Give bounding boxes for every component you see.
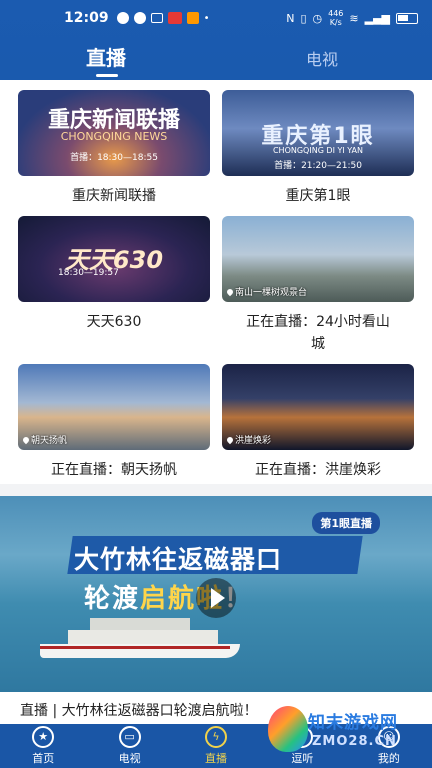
channel-sub: CHONGQING DI YI YAN [272,146,364,155]
channel-airtime: 18:30—19:57 [58,268,119,278]
channel-caption[interactable]: 正在直播：朝天扬帆 [18,459,210,481]
location-label: 朝天扬帆 [31,436,68,446]
system-icons: N ▯ ◷ 446 K/s ≋ ▂▄▆ [286,9,418,27]
status-bar: 12:09 • N ▯ ◷ 446 K/s ≋ ▂▄▆ [0,0,432,36]
channel-caption[interactable]: 正在直播：24小时看山城 [222,311,414,355]
channel-airtime: 首播：18:30—18:55 [70,153,158,163]
nav-label: 首页 [32,752,55,765]
location-label: 南山一棵树观景台 [235,288,308,298]
channel-caption[interactable]: 正在直播：洪崖焕彩 [222,459,414,481]
channel-caption[interactable]: 天天630 [18,311,210,333]
taobao-icon [186,12,199,24]
watermark-text: 知末游戏网 [308,713,398,733]
ferry-stripe [40,646,230,649]
channel-card[interactable]: 朝天扬帆 正在直播：朝天扬帆 [18,364,210,481]
channel-card[interactable]: 重庆新闻联播 CHONGQING NEWS 首播：18:30—18:55 重庆新… [18,90,210,207]
ferry-deck [68,630,218,644]
site-watermark: 知末游戏网 ZMO28.CN [268,706,418,766]
status-time: 12:09 [64,10,109,26]
channel-thumbnail[interactable]: 洪崖焕彩 [222,364,414,450]
banner-title-line1: 大竹林往返磁器口 [74,545,283,574]
channel-thumbnail[interactable]: 南山一棵树观景台 [222,216,414,302]
nav-tv[interactable]: ▭ 电视 [86,724,172,768]
watermark-logo-icon [268,706,308,752]
lightning-icon: ϟ [205,726,228,748]
banner-tag: 第1眼直播 [312,512,380,534]
wechat-icon [116,12,129,24]
ferry-illustration [40,618,240,666]
channel-caption[interactable]: 重庆新闻联播 [18,185,210,207]
ferry-upper-deck [90,618,190,630]
vibrate-icon: ▯ [300,11,307,25]
news-app-icon [167,12,182,24]
nav-live[interactable]: ϟ 直播 [173,724,259,768]
watermark-url: ZMO28.CN [312,734,397,749]
star-icon: ★ [32,726,55,748]
location-tag: 南山一棵树观景台 [225,285,308,298]
channel-card[interactable]: 天天630 18:30—19:57 天天630 [18,216,210,333]
location-tag: 洪崖焕彩 [225,433,272,446]
nfc-icon: N [286,11,295,25]
wifi-icon: ≋ [349,11,359,25]
location-pin-icon [21,435,31,444]
mail-icon [150,13,163,23]
channel-caption[interactable]: 重庆第1眼 [222,185,414,207]
nav-label: 电视 [118,752,141,765]
battery-icon [396,12,418,24]
tab-tv[interactable]: 电视 [306,46,338,70]
channel-thumbnail[interactable]: 重庆新闻联播 CHONGQING NEWS 首播：18:30—18:55 [18,90,210,176]
signal-icon: ▂▄▆ [364,11,390,25]
channel-sub: CHONGQING NEWS [60,130,168,143]
tv-icon: ▭ [118,726,141,748]
channel-thumbnail[interactable]: 朝天扬帆 [18,364,210,450]
play-icon[interactable] [196,578,236,618]
location-pin-icon [225,287,235,296]
location-pin-icon [225,435,235,444]
message-icon [133,12,146,24]
tab-live[interactable]: 直播 [86,42,126,71]
alarm-icon: ◷ [312,11,323,25]
channel-card[interactable]: 洪崖焕彩 正在直播：洪崖焕彩 [222,364,414,481]
location-label: 洪崖焕彩 [235,436,272,446]
channel-airtime: 首播：21:20—21:50 [274,161,362,171]
notification-icons: • [116,12,210,24]
top-bar: 12:09 • N ▯ ◷ 446 K/s ≋ ▂▄▆ 直播 电视 [0,0,432,80]
channel-thumbnail[interactable]: 天天630 18:30—19:57 [18,216,210,302]
more-dot-icon: • [203,12,210,24]
channel-card[interactable]: 重庆第1眼 CHONGQING DI YI YAN 首播：21:20—21:50… [222,90,414,207]
nav-home[interactable]: ★ 首页 [0,724,86,768]
nav-label: 直播 [205,752,228,765]
network-speed: 446 K/s [328,9,344,27]
location-tag: 朝天扬帆 [21,433,68,446]
header-tabs: 直播 电视 [0,36,432,80]
channel-thumbnail[interactable]: 重庆第1眼 CHONGQING DI YI YAN 首播：21:20—21:50 [222,90,414,176]
banner-title-part: 轮渡 [84,584,141,614]
channel-card[interactable]: 南山一棵树观景台 正在直播：24小时看山城 [222,216,414,355]
channel-grid: 重庆新闻联播 CHONGQING NEWS 首播：18:30—18:55 重庆新… [0,80,432,484]
tab-indicator [96,74,118,77]
